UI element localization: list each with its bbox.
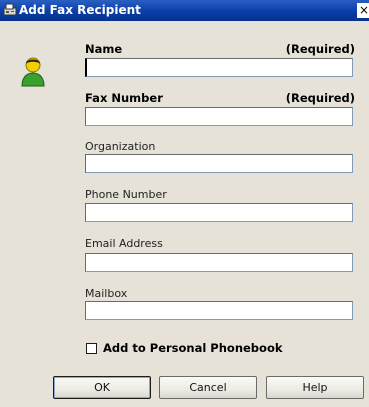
phone-number-field[interactable] bbox=[85, 203, 353, 222]
organization-field[interactable] bbox=[85, 154, 353, 173]
mailbox-field[interactable] bbox=[85, 301, 353, 320]
organization-label: Organization bbox=[85, 140, 156, 153]
add-to-phonebook-checkbox[interactable] bbox=[86, 343, 97, 354]
email-address-label: Email Address bbox=[85, 237, 163, 250]
user-icon bbox=[21, 57, 45, 87]
help-button[interactable]: Help bbox=[266, 376, 364, 399]
name-required-note: (Required) bbox=[285, 42, 355, 56]
dialog-title: Add Fax Recipient bbox=[19, 3, 141, 17]
email-address-field[interactable] bbox=[85, 253, 353, 272]
add-to-phonebook-label[interactable]: Add to Personal Phonebook bbox=[103, 341, 283, 355]
title-bar[interactable]: Add Fax Recipient × bbox=[0, 0, 369, 21]
fax-number-label: Fax Number bbox=[85, 91, 163, 105]
fax-icon bbox=[3, 3, 17, 16]
close-icon: × bbox=[358, 3, 369, 17]
name-label: Name bbox=[85, 42, 123, 56]
add-fax-recipient-dialog: Add Fax Recipient × Name (Required) Fax … bbox=[0, 0, 369, 407]
name-field[interactable] bbox=[85, 58, 353, 77]
mailbox-label: Mailbox bbox=[85, 287, 128, 300]
fax-number-required-note: (Required) bbox=[285, 91, 355, 105]
phone-number-label: Phone Number bbox=[85, 188, 167, 201]
ok-button[interactable]: OK bbox=[53, 376, 151, 399]
cancel-button[interactable]: Cancel bbox=[159, 376, 257, 399]
close-button[interactable]: × bbox=[357, 3, 369, 18]
fax-number-field[interactable] bbox=[85, 107, 353, 126]
